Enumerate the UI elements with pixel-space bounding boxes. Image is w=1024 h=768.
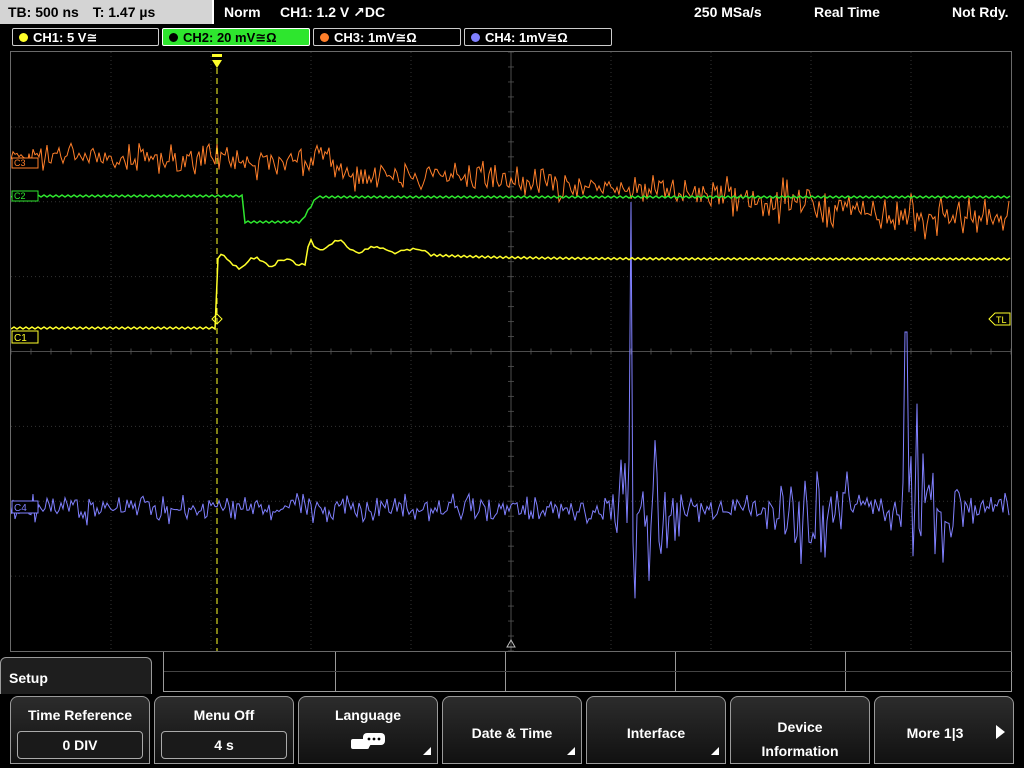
softkey-bar: Time Reference 0 DIV Menu Off 4 s Langua… [0,694,1024,768]
waveform-display[interactable]: C3 C2 C1 C4 TL [10,51,1012,652]
trigger-mode[interactable]: Norm [224,0,261,24]
more-label: More 1|3 [906,725,964,741]
language-label: Language [334,707,402,723]
svg-text:TL: TL [996,315,1007,325]
ch3-color-icon [320,33,329,42]
trigger-level-marker[interactable]: TL [988,312,1011,326]
channel-3-tab[interactable]: CH3: 1mV≅Ω [313,28,461,46]
trigger-source[interactable]: CH1: 1.2 V ↗DC [280,0,385,24]
trigger-marker-icon[interactable] [212,54,222,68]
trigger-time-label: T: 1.47 µs [92,4,156,20]
time-reference-label: Time Reference [27,707,132,723]
time-reference-softkey[interactable]: Time Reference 0 DIV [10,696,150,764]
ch3-level-marker[interactable]: C3 [11,157,39,169]
submenu-corner-icon [567,747,575,755]
submenu-corner-icon [711,747,719,755]
graticule [11,52,1011,651]
ch2-color-icon [169,33,178,42]
time-reference-value: 0 DIV [17,731,143,759]
menu-off-label: Menu Off [193,707,255,723]
channel-4-tab[interactable]: CH4: 1mV≅Ω [464,28,612,46]
channel-1-tab[interactable]: CH1: 5 V≅ [12,28,159,46]
interface-softkey[interactable]: Interface [586,696,726,764]
acquisition-mode[interactable]: Real Time [814,0,880,24]
more-softkey[interactable]: More 1|3 [874,696,1014,764]
ch4-level-marker[interactable]: C4 [11,500,39,514]
menu-title: Setup [0,657,152,697]
sample-rate: 250 MSa/s [694,4,762,20]
submenu-corner-icon [423,747,431,755]
channel-1-label: CH1: 5 V≅ [33,30,98,45]
menu-off-value: 4 s [161,731,287,759]
waveform-svg: C3 C2 C1 C4 TL [11,52,1011,651]
ch1-level-marker[interactable]: C1 [11,330,39,344]
date-time-label: Date & Time [471,725,553,741]
status-bar: TB: 500 ns T: 1.47 µs Norm CH1: 1.2 V ↗D… [0,0,1024,26]
ready-state: Not Rdy. [952,4,1009,20]
channel-4-label: CH4: 1mV≅Ω [485,30,568,45]
device-information-label: Device Information [761,719,839,759]
svg-text:C2: C2 [14,191,26,201]
svg-text:C1: C1 [14,333,27,344]
info-strip [163,652,1013,692]
svg-text:C4: C4 [14,503,27,514]
channel-3-label: CH3: 1mV≅Ω [334,30,417,45]
arrow-right-icon [996,725,1005,739]
interface-label: Interface [626,725,686,741]
device-information-softkey[interactable]: Device Information [730,696,870,764]
ch1-color-icon [19,33,28,42]
timebase-box[interactable]: TB: 500 ns T: 1.47 µs [0,0,214,24]
ch2-level-marker[interactable]: C2 [11,190,39,202]
channel-tabs: CH1: 5 V≅ CH2: 20 mV≅Ω CH3: 1mV≅Ω CH4: 1… [0,26,1024,48]
svg-text:C3: C3 [14,158,26,168]
date-time-softkey[interactable]: Date & Time [442,696,582,764]
keyboard-speech-icon [351,733,385,749]
menu-off-softkey[interactable]: Menu Off 4 s [154,696,294,764]
ch4-color-icon [471,33,480,42]
channel-2-label: CH2: 20 mV≅Ω [183,30,277,45]
channel-2-tab[interactable]: CH2: 20 mV≅Ω [162,28,310,46]
language-softkey[interactable]: Language [298,696,438,764]
timebase-label: TB: 500 ns [8,4,79,20]
ch3-trace [11,142,1010,240]
